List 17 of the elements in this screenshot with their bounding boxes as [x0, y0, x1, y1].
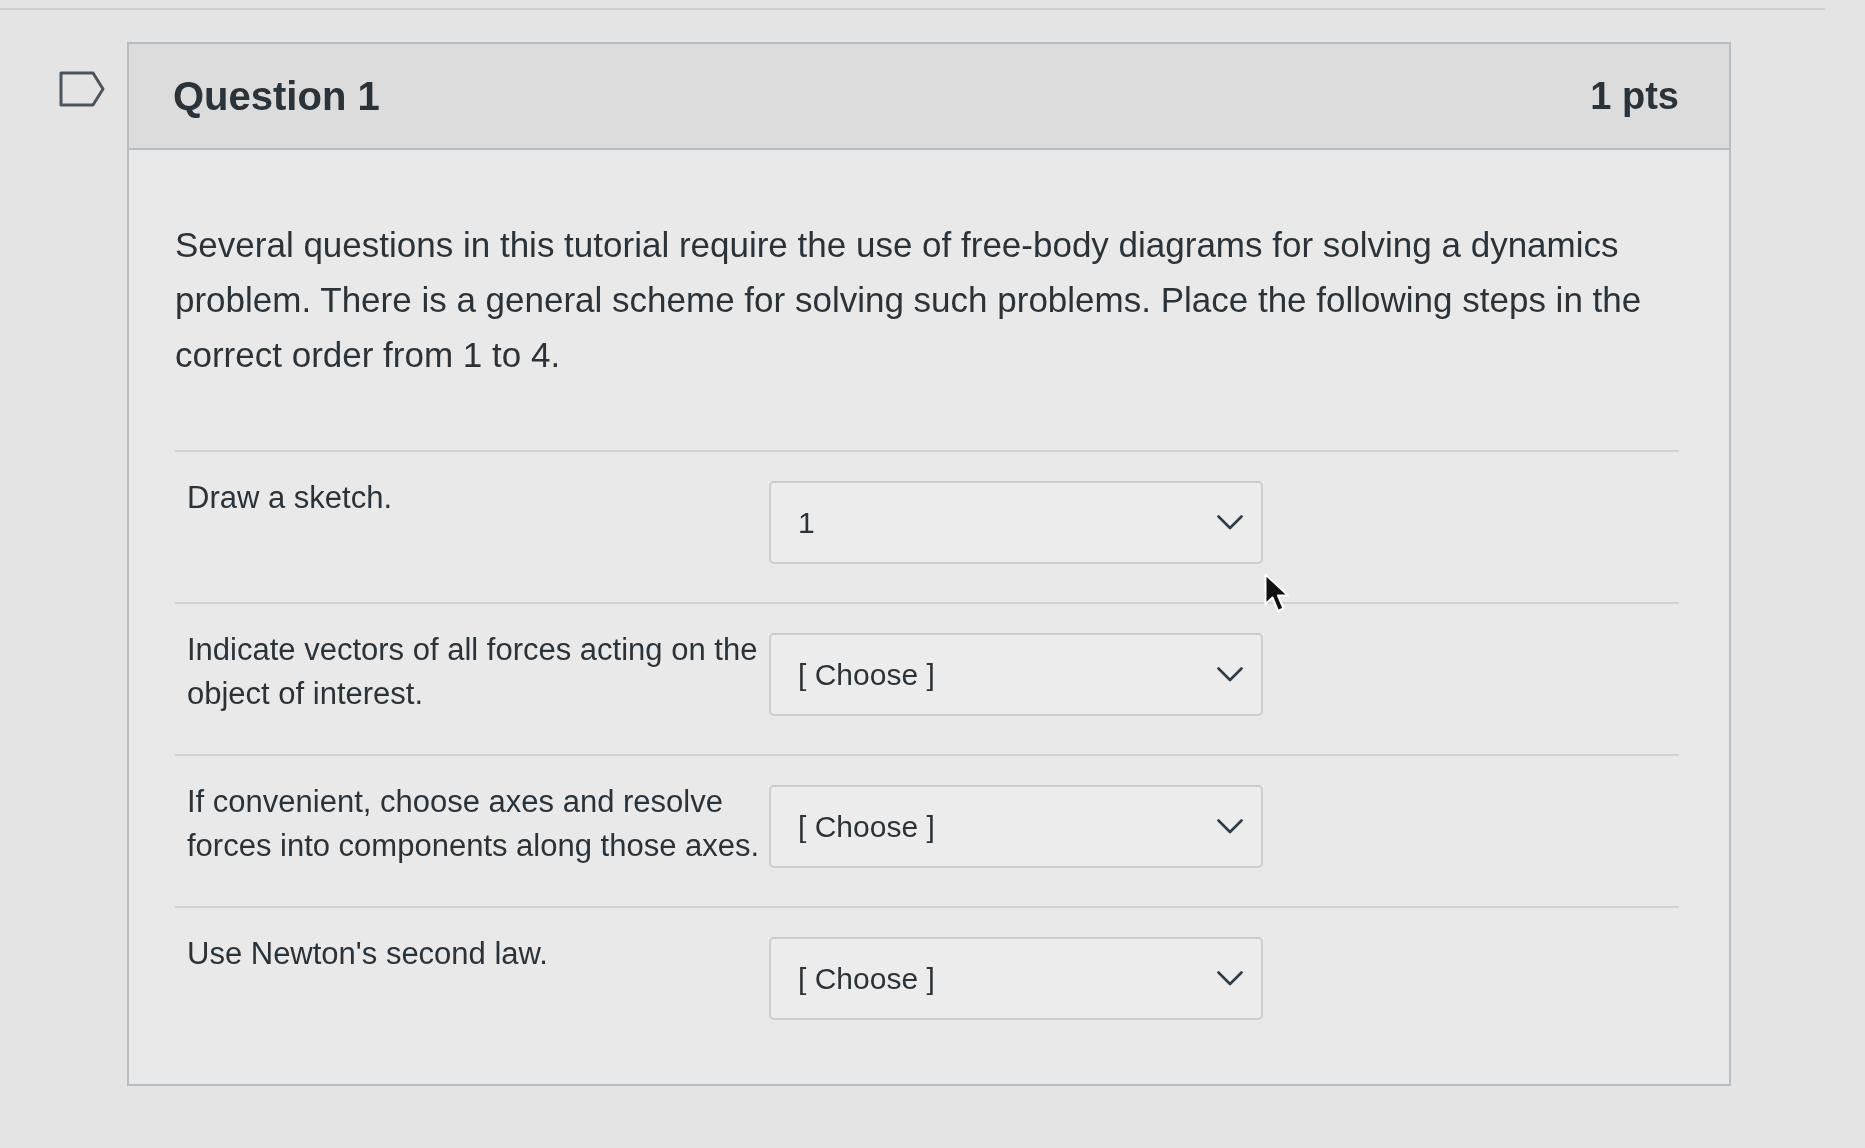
answer-dropdown[interactable]: [ Choose ] — [769, 785, 1263, 868]
chevron-down-icon — [1217, 819, 1243, 834]
points-label: 1 pts — [1590, 74, 1679, 118]
mouse-cursor-icon — [1264, 573, 1290, 615]
chevron-down-icon — [1217, 667, 1243, 682]
question-text: Several questions in this tutorial require the use of free-body diagrams for solving a dynamics problem. There is a general scheme for solving such problems. Place the following steps in the correct order from 1 to 4. — [175, 224, 1643, 376]
flag-icon[interactable] — [59, 71, 105, 107]
answer-dropdown[interactable]: 1 — [769, 481, 1263, 564]
chevron-down-icon — [1217, 971, 1243, 986]
step-label: If convenient, choose axes and resolve forces into components along those axes. — [187, 783, 761, 865]
question-title: Question 1 — [173, 73, 380, 119]
step-label: Indicate vectors of all forces acting on the object of interest. — [187, 631, 759, 713]
answer-dropdown[interactable]: [ Choose ] — [769, 937, 1263, 1020]
step-label: Draw a sketch. — [187, 479, 393, 517]
step-label: Use Newton's second law. — [187, 935, 549, 973]
chevron-down-icon — [1217, 515, 1243, 530]
answer-dropdown[interactable]: [ Choose ] — [769, 633, 1263, 716]
